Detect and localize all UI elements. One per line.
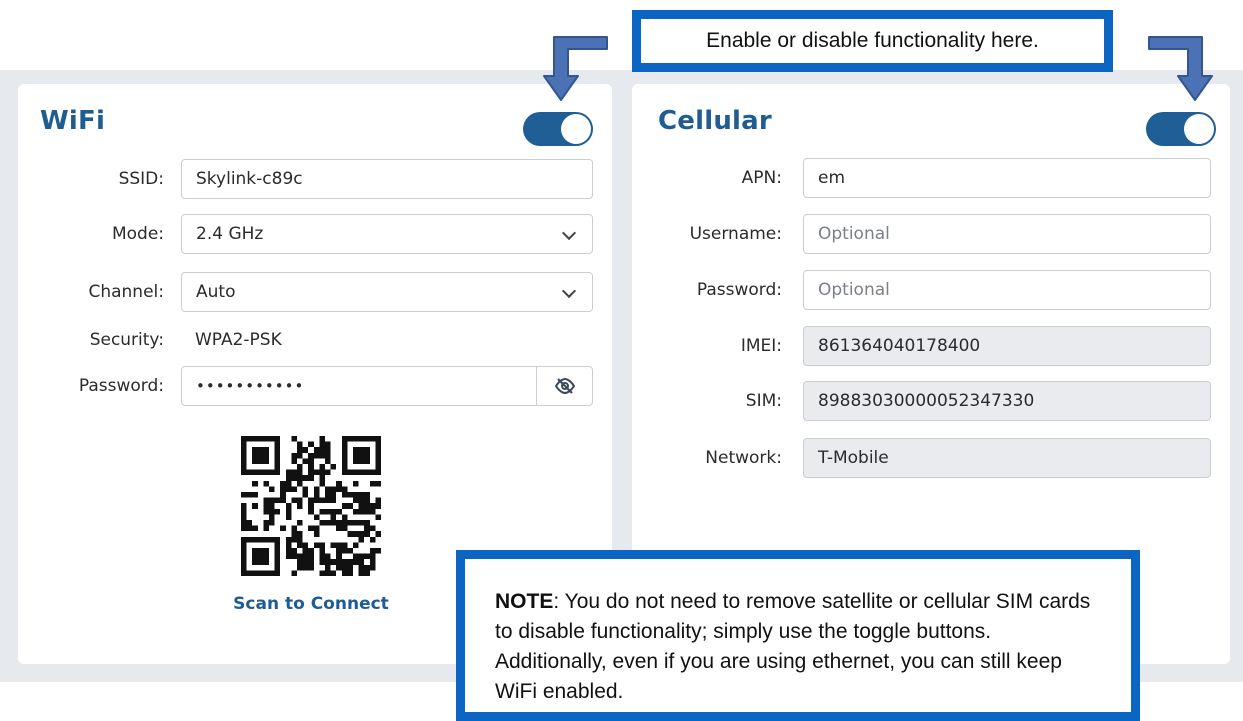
- note-label: NOTE: [495, 590, 554, 613]
- password-input[interactable]: Optional: [803, 270, 1211, 310]
- mode-value: 2.4 GHz: [196, 224, 264, 244]
- down-arrow-icon: [543, 36, 608, 101]
- cellular-title: Cellular: [658, 106, 772, 136]
- imei-label: IMEI:: [740, 336, 782, 356]
- channel-select[interactable]: Auto: [181, 272, 593, 312]
- chevron-down-icon: [561, 225, 577, 241]
- username-label: Username:: [689, 224, 782, 244]
- mode-label: Mode:: [111, 224, 164, 244]
- note-text: : You do not need to remove satellite or…: [495, 590, 1091, 703]
- imei-field: 861364040178400: [803, 326, 1211, 366]
- imei-row: IMEI: 861364040178400: [632, 326, 1230, 366]
- sim-row: SIM: 89883030000052347330: [632, 381, 1230, 421]
- ssid-row: SSID: Skylink-c89c: [18, 159, 612, 199]
- channel-row: Channel: Auto: [18, 272, 612, 312]
- wifi-toggle[interactable]: [523, 112, 593, 146]
- password-input[interactable]: •••••••••••: [181, 366, 537, 406]
- eye-slash-icon: [554, 377, 575, 395]
- note-callout: NOTE: You do not need to remove satellit…: [456, 550, 1140, 721]
- cellular-toggle[interactable]: [1146, 112, 1216, 146]
- qr-code-icon: [241, 436, 381, 576]
- chevron-down-icon: [561, 283, 577, 299]
- toggle-knob: [1184, 114, 1214, 144]
- toggle-knob: [561, 114, 591, 144]
- network-label: Network:: [705, 448, 782, 468]
- enable-disable-callout: Enable or disable functionality here.: [632, 10, 1113, 72]
- username-input[interactable]: Optional: [803, 214, 1211, 254]
- down-arrow-icon: [1148, 36, 1213, 101]
- ssid-label: SSID:: [118, 169, 164, 189]
- password-label: Password:: [696, 280, 782, 300]
- channel-value: Auto: [196, 282, 236, 302]
- password-label: Password:: [78, 376, 164, 396]
- sim-field: 89883030000052347330: [803, 381, 1211, 421]
- password-row: Password: Optional: [632, 270, 1230, 310]
- apn-input[interactable]: em: [803, 158, 1211, 198]
- network-row: Network: T-Mobile: [632, 438, 1230, 478]
- ssid-input[interactable]: Skylink-c89c: [181, 159, 593, 199]
- apn-row: APN: em: [632, 158, 1230, 198]
- scan-to-connect-label: Scan to Connect: [233, 594, 389, 614]
- sim-label: SIM:: [745, 391, 782, 411]
- password-row: Password: •••••••••••: [18, 366, 612, 406]
- channel-label: Channel:: [88, 282, 164, 302]
- network-field: T-Mobile: [803, 438, 1211, 478]
- security-row: Security: WPA2-PSK: [18, 320, 612, 360]
- security-value: WPA2-PSK: [195, 330, 282, 350]
- toggle-password-visibility-button[interactable]: [536, 366, 593, 406]
- wifi-title: WiFi: [40, 106, 106, 136]
- mode-row: Mode: 2.4 GHz: [18, 214, 612, 254]
- security-label: Security:: [89, 330, 164, 350]
- mode-select[interactable]: 2.4 GHz: [181, 214, 593, 254]
- username-row: Username: Optional: [632, 214, 1230, 254]
- apn-label: APN:: [741, 168, 782, 188]
